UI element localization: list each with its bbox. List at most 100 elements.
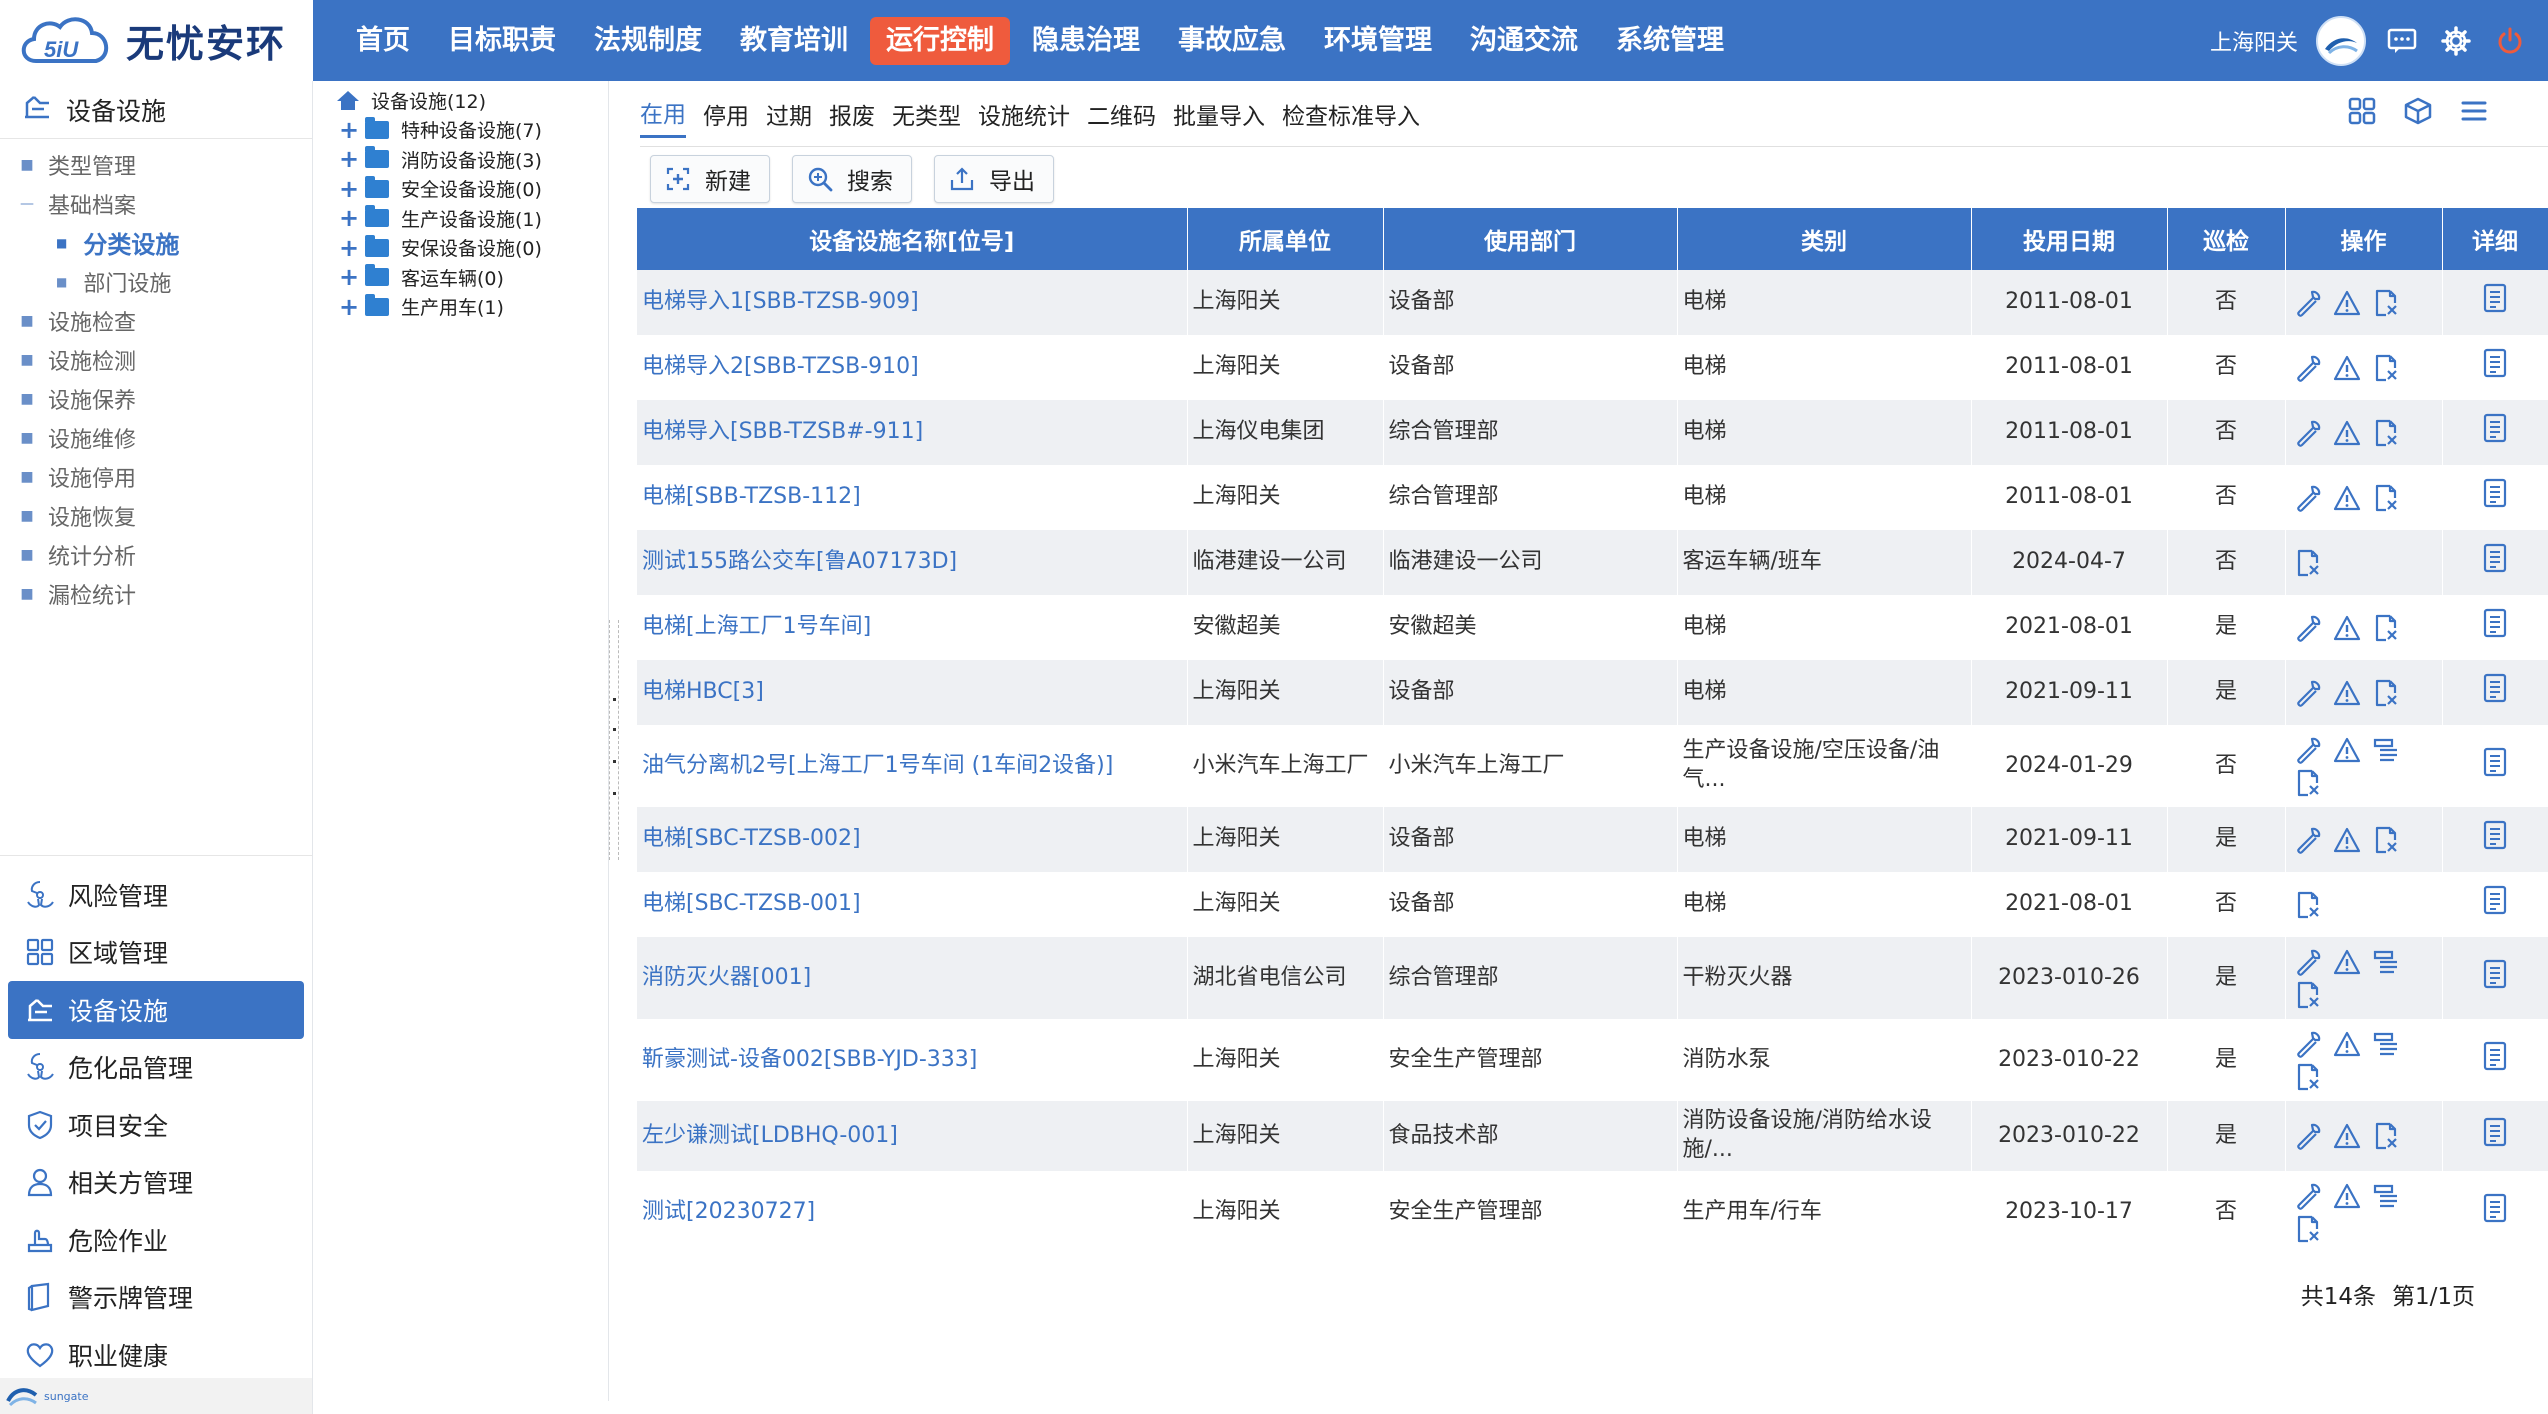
wrench-icon[interactable] bbox=[2294, 947, 2323, 976]
expand-icon[interactable]: + bbox=[339, 236, 359, 260]
warning-icon[interactable] bbox=[2333, 418, 2362, 447]
module-4[interactable]: 项目安全 bbox=[8, 1096, 304, 1154]
detail-icon[interactable] bbox=[2482, 959, 2508, 998]
tab-5[interactable]: 设施统计 bbox=[978, 91, 1070, 137]
column-header-3[interactable]: 类别 bbox=[1677, 208, 1972, 270]
detail-icon[interactable] bbox=[2482, 1193, 2508, 1232]
tree-node-3[interactable]: + 生产设备设施(1) bbox=[313, 204, 608, 234]
power-icon[interactable] bbox=[2492, 23, 2528, 59]
document-cancel-icon[interactable] bbox=[2372, 483, 2401, 512]
tab-4[interactable]: 无类型 bbox=[892, 91, 961, 137]
document-cancel-icon[interactable] bbox=[2372, 288, 2401, 317]
expand-icon[interactable]: + bbox=[339, 295, 359, 319]
module-3[interactable]: 危化品管理 bbox=[8, 1039, 304, 1097]
equipment-name-link[interactable]: 左少谦测试[LDBHQ-001] bbox=[637, 1101, 1188, 1171]
panel-splitter[interactable] bbox=[609, 620, 619, 860]
detail-icon[interactable] bbox=[2482, 283, 2508, 322]
warning-icon[interactable] bbox=[2333, 613, 2362, 642]
detail-icon[interactable] bbox=[2482, 747, 2508, 786]
warning-icon[interactable] bbox=[2333, 1122, 2362, 1151]
equipment-name-link[interactable]: 电梯HBC[3] bbox=[637, 660, 1188, 725]
warning-icon[interactable] bbox=[2333, 825, 2362, 854]
warning-icon[interactable] bbox=[2333, 735, 2362, 764]
detail-icon[interactable] bbox=[2482, 673, 2508, 712]
wrench-icon[interactable] bbox=[2294, 613, 2323, 642]
equipment-name-link[interactable]: 电梯导入2[SBB-TZSB-910] bbox=[637, 335, 1188, 400]
nav-item-8[interactable]: 沟通交流 bbox=[1454, 17, 1594, 65]
warning-icon[interactable] bbox=[2333, 678, 2362, 707]
equipment-name-link[interactable]: 测试155路公交车[鲁A07173D] bbox=[637, 530, 1188, 595]
module-5[interactable]: 相关方管理 bbox=[8, 1154, 304, 1212]
column-header-2[interactable]: 使用部门 bbox=[1383, 208, 1678, 270]
wrench-icon[interactable] bbox=[2294, 483, 2323, 512]
document-cancel-icon[interactable] bbox=[2372, 678, 2401, 707]
document-cancel-icon[interactable] bbox=[2372, 825, 2401, 854]
detail-icon[interactable] bbox=[2482, 348, 2508, 387]
column-header-0[interactable]: 设备设施名称[位号] bbox=[637, 208, 1188, 270]
tab-6[interactable]: 二维码 bbox=[1087, 91, 1156, 137]
tree-root[interactable]: 设备设施(12) bbox=[313, 85, 608, 115]
sidebar-item-1[interactable]: — 基础档案 bbox=[0, 184, 312, 223]
wrench-icon[interactable] bbox=[2294, 1029, 2323, 1058]
module-1[interactable]: 区域管理 bbox=[8, 924, 304, 982]
tab-2[interactable]: 过期 bbox=[766, 91, 812, 137]
wrench-icon[interactable] bbox=[2294, 1122, 2323, 1151]
sidebar-item-extra-2[interactable]: ■ 设施保养 bbox=[0, 379, 312, 418]
document-cancel-icon[interactable] bbox=[2294, 1214, 2323, 1243]
wrench-icon[interactable] bbox=[2294, 735, 2323, 764]
nav-item-5[interactable]: 隐患治理 bbox=[1016, 17, 1156, 65]
expand-icon[interactable]: + bbox=[339, 147, 359, 171]
document-cancel-icon[interactable] bbox=[2372, 353, 2401, 382]
column-header-7[interactable]: 详细 bbox=[2442, 208, 2548, 270]
nav-item-3[interactable]: 教育培训 bbox=[724, 17, 864, 65]
warning-icon[interactable] bbox=[2333, 483, 2362, 512]
equipment-name-link[interactable]: 油气分离机2号[上海工厂1号车间 (1车间2设备)] bbox=[637, 725, 1188, 807]
document-cancel-icon[interactable] bbox=[2372, 1122, 2401, 1151]
detail-icon[interactable] bbox=[2482, 1041, 2508, 1080]
detail-icon[interactable] bbox=[2482, 543, 2508, 582]
column-header-5[interactable]: 巡检 bbox=[2167, 208, 2286, 270]
document-cancel-icon[interactable] bbox=[2294, 980, 2323, 1009]
wrench-icon[interactable] bbox=[2294, 1181, 2323, 1210]
checklist-icon[interactable] bbox=[2372, 947, 2401, 976]
grid-view-icon[interactable] bbox=[2348, 97, 2376, 129]
nav-item-0[interactable]: 首页 bbox=[340, 17, 426, 65]
logo[interactable]: 5iU 无忧安环 bbox=[0, 0, 313, 81]
nav-item-7[interactable]: 环境管理 bbox=[1308, 17, 1448, 65]
equipment-name-link[interactable]: 测试[20230727] bbox=[637, 1171, 1188, 1253]
detail-icon[interactable] bbox=[2482, 1117, 2508, 1156]
equipment-name-link[interactable]: 电梯[SBB-TZSB-112] bbox=[637, 465, 1188, 530]
tab-7[interactable]: 批量导入 bbox=[1173, 91, 1265, 137]
warning-icon[interactable] bbox=[2333, 947, 2362, 976]
nav-item-6[interactable]: 事故应急 bbox=[1162, 17, 1302, 65]
nav-item-2[interactable]: 法规制度 bbox=[578, 17, 718, 65]
gear-icon[interactable] bbox=[2438, 23, 2474, 59]
detail-icon[interactable] bbox=[2482, 885, 2508, 924]
avatar[interactable] bbox=[2316, 15, 2366, 66]
equipment-name-link[interactable]: 靳豪测试-设备002[SBB-YJD-333] bbox=[637, 1019, 1188, 1101]
equipment-name-link[interactable]: 电梯[SBC-TZSB-002] bbox=[637, 807, 1188, 872]
sidebar-item-extra-5[interactable]: ■ 设施恢复 bbox=[0, 496, 312, 535]
list-view-icon[interactable] bbox=[2460, 97, 2488, 129]
module-6[interactable]: 危险作业 bbox=[8, 1211, 304, 1269]
warning-icon[interactable] bbox=[2333, 353, 2362, 382]
expand-icon[interactable]: + bbox=[339, 118, 359, 142]
expand-icon[interactable]: + bbox=[339, 206, 359, 230]
wrench-icon[interactable] bbox=[2294, 678, 2323, 707]
column-header-6[interactable]: 操作 bbox=[2285, 208, 2443, 270]
document-cancel-icon[interactable] bbox=[2372, 613, 2401, 642]
sidebar-item-extra-3[interactable]: ■ 设施维修 bbox=[0, 418, 312, 457]
tree-node-5[interactable]: + 客运车辆(0) bbox=[313, 263, 608, 293]
module-0[interactable]: 风险管理 bbox=[8, 866, 304, 924]
document-cancel-icon[interactable] bbox=[2294, 548, 2323, 577]
equipment-name-link[interactable]: 电梯[上海工厂1号车间] bbox=[637, 595, 1188, 660]
sidebar-item-extra-7[interactable]: ■ 漏检统计 bbox=[0, 574, 312, 613]
warning-icon[interactable] bbox=[2333, 1029, 2362, 1058]
wrench-icon[interactable] bbox=[2294, 825, 2323, 854]
sidebar-item-extra-6[interactable]: ■ 统计分析 bbox=[0, 535, 312, 574]
nav-item-1[interactable]: 目标职责 bbox=[432, 17, 572, 65]
tab-1[interactable]: 停用 bbox=[703, 91, 749, 137]
document-cancel-icon[interactable] bbox=[2294, 768, 2323, 797]
column-header-1[interactable]: 所属单位 bbox=[1187, 208, 1384, 270]
tree-node-1[interactable]: + 消防设备设施(3) bbox=[313, 145, 608, 175]
